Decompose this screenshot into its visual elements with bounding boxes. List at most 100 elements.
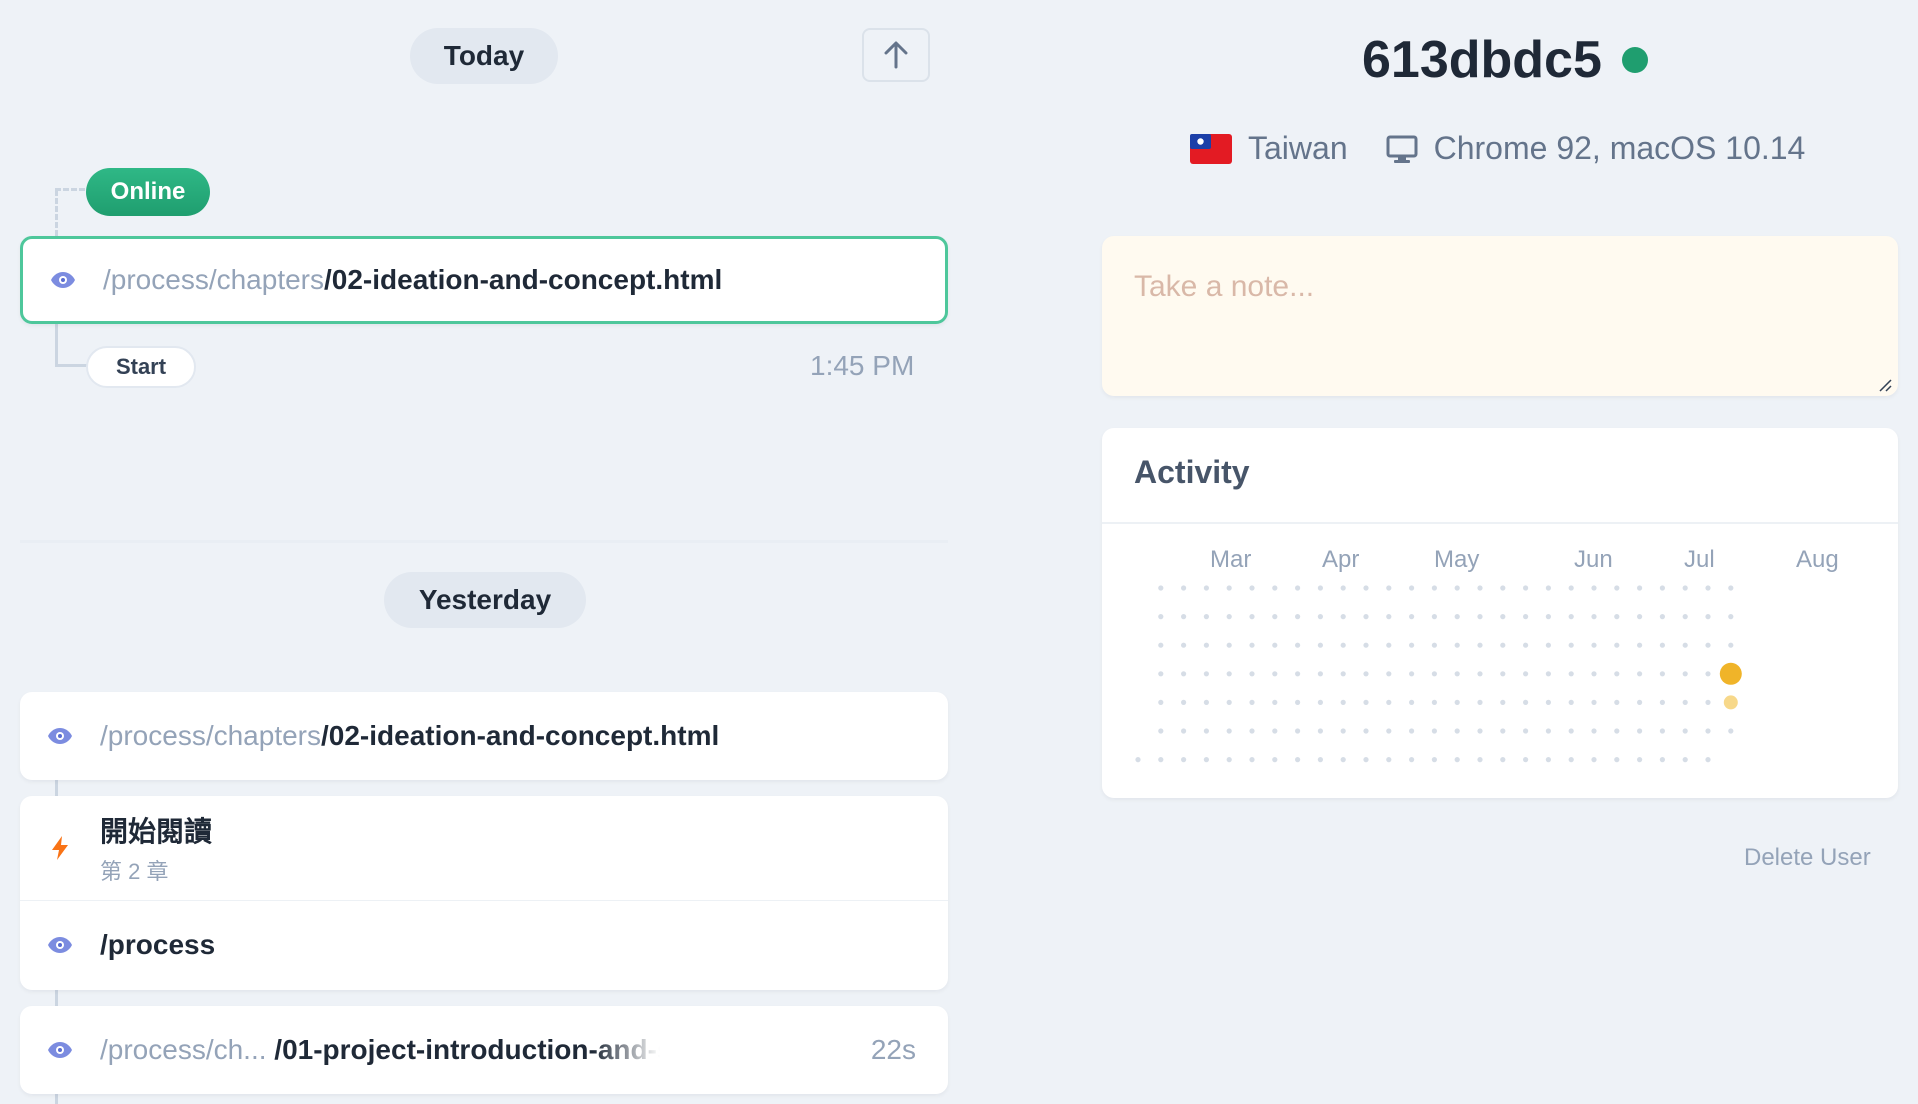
activity-day: [1454, 728, 1460, 734]
activity-day: [1317, 642, 1323, 648]
activity-day: [1637, 614, 1643, 620]
pageview-row[interactable]: /process: [20, 900, 948, 988]
activity-day: [1158, 699, 1164, 705]
activity-day: [1386, 614, 1392, 620]
activity-day: [1340, 728, 1346, 734]
event-detail: 第 2 章: [100, 859, 169, 884]
resize-handle-icon[interactable]: [1878, 378, 1892, 392]
pageview-card[interactable]: /process/ch... /01-project-introduction-…: [20, 1006, 948, 1094]
activity-day: [1591, 757, 1597, 763]
activity-day: [1158, 614, 1164, 620]
month-label: Aug: [1796, 546, 1839, 573]
activity-day: [1614, 585, 1620, 591]
activity-day: [1545, 614, 1551, 620]
pageview-path: /process/ch... /01-project-introduction-…: [100, 1034, 660, 1065]
activity-day: [1409, 614, 1415, 620]
activity-day: [1523, 671, 1529, 677]
activity-day: [1272, 585, 1278, 591]
activity-day: [1568, 642, 1574, 648]
activity-day: [1431, 585, 1437, 591]
activity-day: [1682, 614, 1688, 620]
activity-day: [1477, 642, 1483, 648]
activity-day: [1203, 757, 1209, 763]
activity-day: [1705, 699, 1711, 705]
activity-day: [1545, 699, 1551, 705]
activity-day: [1545, 757, 1551, 763]
activity-day: [1340, 757, 1346, 763]
activity-day: [1591, 699, 1597, 705]
activity-day: [1181, 699, 1187, 705]
activity-day: [1181, 671, 1187, 677]
activity-day: [1705, 585, 1711, 591]
activity-day: [1158, 585, 1164, 591]
activity-day: [1249, 585, 1255, 591]
arrow-up-icon: [884, 41, 908, 69]
user-meta: Taiwan Chrome 92, macOS 10.14: [1190, 130, 1805, 167]
activity-day: [1614, 614, 1620, 620]
month-label: Apr: [1322, 546, 1360, 573]
activity-day: [1523, 699, 1529, 705]
activity-day: [1295, 614, 1301, 620]
activity-day: [1500, 642, 1506, 648]
activity-day: [1637, 699, 1643, 705]
activity-day: [1659, 642, 1665, 648]
activity-day: [1728, 642, 1734, 648]
note-input[interactable]: [1102, 236, 1898, 396]
event-group-card: 開始閱讀 第 2 章 /process: [20, 796, 948, 990]
session-start-time: 1:45 PM: [810, 350, 915, 381]
activity-day: [1226, 728, 1232, 734]
activity-day: [1409, 757, 1415, 763]
delete-user-button[interactable]: Delete User: [1744, 844, 1871, 872]
activity-day: [1637, 728, 1643, 734]
activity-day: [1705, 728, 1711, 734]
activity-day: [1728, 614, 1734, 620]
activity-day: [1454, 614, 1460, 620]
activity-day: [1477, 699, 1483, 705]
activity-day: [1682, 728, 1688, 734]
activity-day: [1363, 671, 1369, 677]
activity-day: [1409, 585, 1415, 591]
activity-day: [1340, 699, 1346, 705]
activity-day: [1682, 585, 1688, 591]
session-connector: [55, 190, 58, 236]
activity-title: Activity: [1102, 428, 1898, 524]
activity-day-active: [1719, 662, 1742, 685]
activity-day: [1637, 642, 1643, 648]
monitor-icon: [1386, 135, 1418, 163]
activity-day: [1249, 699, 1255, 705]
month-label: Jul: [1684, 546, 1715, 573]
activity-day: [1317, 757, 1323, 763]
activity-day: [1431, 614, 1437, 620]
session-start-tag: Start: [86, 346, 196, 388]
activity-day: [1386, 585, 1392, 591]
activity-day: [1431, 728, 1437, 734]
activity-heatmap: [1135, 585, 1742, 763]
pageview-card[interactable]: /process/chapters/02-ideation-and-concep…: [20, 692, 948, 780]
activity-day: [1181, 585, 1187, 591]
activity-day: [1614, 642, 1620, 648]
activity-day: [1454, 699, 1460, 705]
activity-day: [1386, 757, 1392, 763]
activity-day: [1500, 757, 1506, 763]
activity-day: [1386, 642, 1392, 648]
activity-day: [1272, 614, 1278, 620]
activity-day: [1523, 642, 1529, 648]
activity-day: [1477, 671, 1483, 677]
activity-day: [1500, 728, 1506, 734]
activity-day: [1386, 699, 1392, 705]
activity-day: [1591, 614, 1597, 620]
current-pageview-card[interactable]: /process/chapters/02-ideation-and-concep…: [20, 236, 948, 324]
activity-day: [1272, 757, 1278, 763]
activity-day: [1568, 614, 1574, 620]
user-id: 613dbdc5: [1362, 31, 1602, 89]
scroll-top-button[interactable]: [862, 28, 930, 82]
activity-day: [1477, 728, 1483, 734]
activity-day: [1637, 757, 1643, 763]
event-row[interactable]: 開始閱讀 第 2 章: [20, 796, 948, 900]
activity-day: [1614, 757, 1620, 763]
activity-day: [1249, 728, 1255, 734]
activity-day: [1272, 728, 1278, 734]
activity-day: [1659, 585, 1665, 591]
activity-day: [1181, 642, 1187, 648]
activity-day: [1158, 728, 1164, 734]
